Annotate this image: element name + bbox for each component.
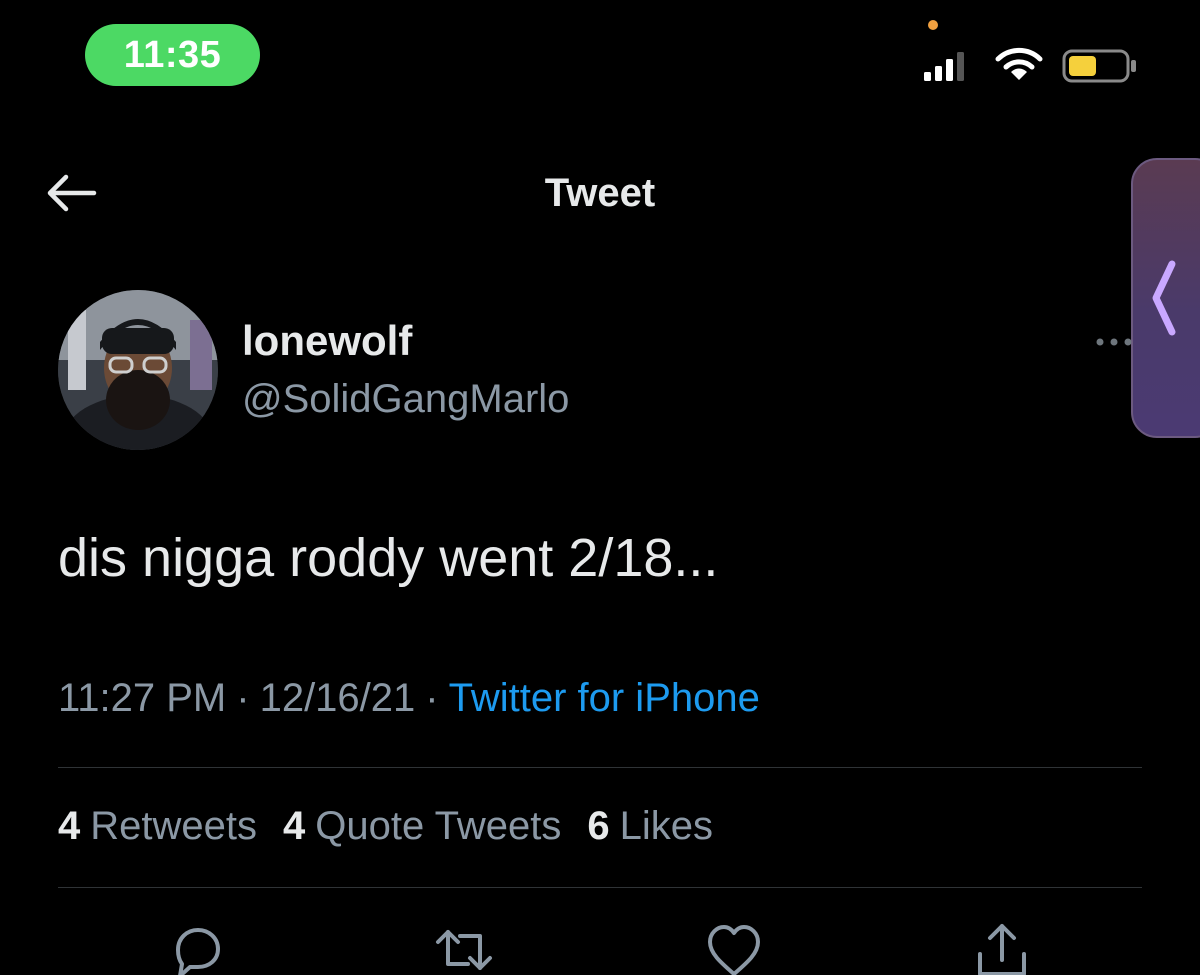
- author-handle[interactable]: @SolidGangMarlo: [242, 377, 569, 422]
- tweet-date: 12/16/21: [259, 676, 416, 720]
- meta-separator: ·: [236, 676, 250, 720]
- status-time-pill[interactable]: 11:35: [85, 24, 260, 86]
- avatar[interactable]: [58, 290, 218, 450]
- page-title: Tweet: [544, 171, 656, 215]
- back-button[interactable]: [40, 165, 102, 221]
- divider: [58, 767, 1142, 768]
- wifi-icon: [995, 47, 1043, 80]
- battery-icon: [1062, 49, 1136, 83]
- retweets-count: 4: [58, 804, 81, 848]
- tweet-detail-screen: 11:35 Tweet lonewolf @SolidGangMarlo dis…: [0, 0, 1200, 975]
- like-icon[interactable]: [704, 920, 764, 975]
- meta-separator: ·: [425, 676, 439, 720]
- privacy-indicator-dot: [928, 20, 938, 30]
- likes-label: Likes: [619, 804, 713, 848]
- likes-stat[interactable]: 6 Likes: [587, 804, 713, 849]
- status-time: 11:35: [123, 33, 222, 76]
- tweet-text: dis nigga roddy went 2/18...: [58, 528, 719, 588]
- tweet-meta: 11:27 PM · 12/16/21 · Twitter for iPhone: [58, 676, 760, 721]
- tweet-time: 11:27 PM: [58, 676, 227, 720]
- reply-icon[interactable]: [166, 920, 226, 975]
- tweet-stats: 4 Retweets 4 Quote Tweets 6 Likes: [58, 804, 713, 849]
- quote-tweets-count: 4: [283, 804, 306, 848]
- retweet-icon[interactable]: [434, 920, 494, 975]
- quote-tweets-stat[interactable]: 4 Quote Tweets: [283, 804, 561, 849]
- retweets-stat[interactable]: 4 Retweets: [58, 804, 257, 849]
- retweets-label: Retweets: [90, 804, 257, 848]
- cellular-signal-icon: [924, 52, 964, 81]
- more-options-icon[interactable]: [1094, 332, 1134, 352]
- share-icon[interactable]: [972, 920, 1032, 975]
- arrow-left-icon: [47, 174, 97, 212]
- tweet-source-link[interactable]: Twitter for iPhone: [449, 676, 760, 720]
- quote-tweets-label: Quote Tweets: [315, 804, 562, 848]
- author-display-name[interactable]: lonewolf: [242, 317, 412, 365]
- chevron-left-icon: [1152, 260, 1176, 336]
- avatar-photo: [58, 290, 218, 450]
- likes-count: 6: [587, 804, 610, 848]
- divider: [58, 887, 1142, 888]
